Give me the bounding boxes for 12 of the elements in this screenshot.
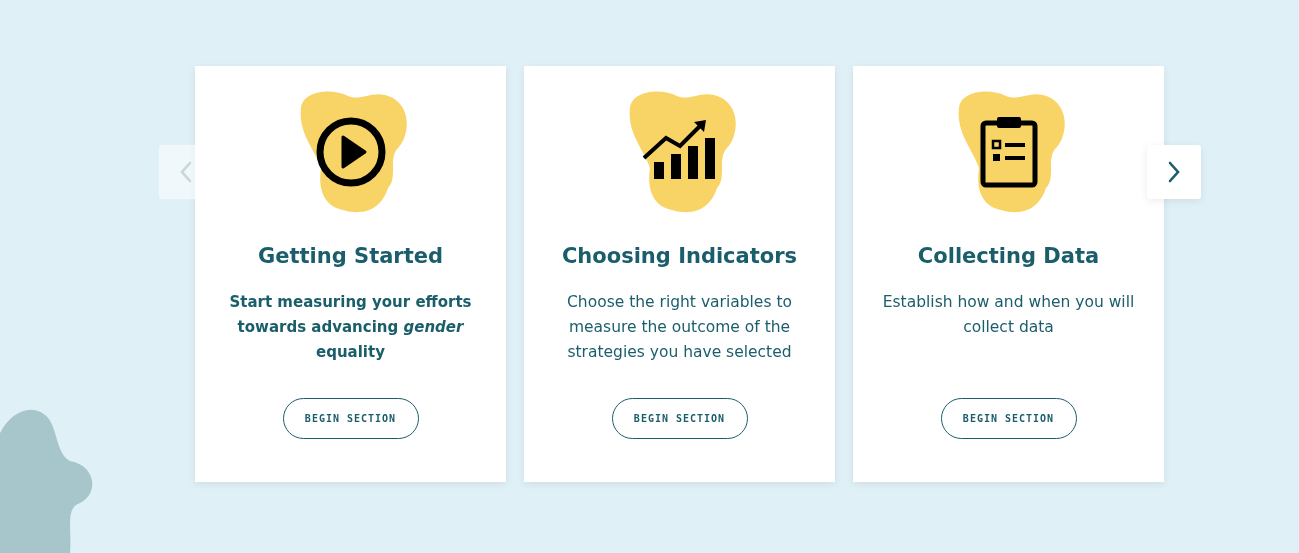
card-description: Start measuring your efforts towards advancing gender equality	[228, 292, 473, 363]
card-description: Choose the right variables to measure the outcome of the strategies you have selected	[566, 292, 793, 363]
card-description: Establish how and when you will collect data	[881, 292, 1136, 338]
chevron-left-icon	[180, 161, 192, 183]
card-title: Collecting Data	[917, 243, 1100, 270]
begin-section-button[interactable]: BEGIN SECTION	[282, 398, 419, 439]
next-button[interactable]	[1147, 145, 1201, 199]
chevron-right-icon	[1168, 161, 1180, 183]
card-title: Getting Started	[257, 243, 444, 270]
card-title: Choosing Indicators	[561, 243, 798, 270]
begin-section-button[interactable]: BEGIN SECTION	[611, 398, 748, 439]
begin-section-button[interactable]: BEGIN SECTION	[940, 398, 1077, 439]
